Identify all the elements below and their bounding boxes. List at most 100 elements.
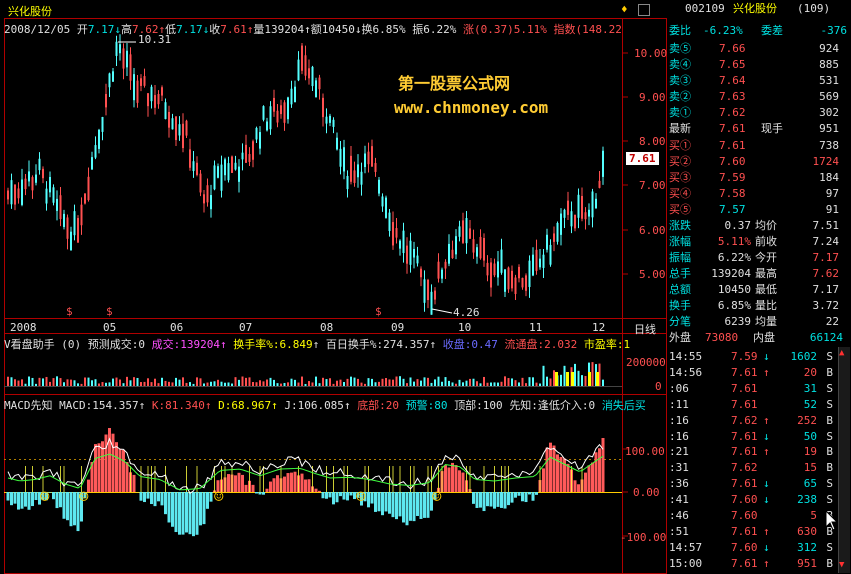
x-label: 06 — [170, 321, 184, 334]
bell-icon[interactable]: ♦ — [621, 3, 628, 16]
scroll-up-arrow-icon[interactable]: ▲ — [839, 348, 844, 358]
stat-value: 139204 — [711, 267, 751, 280]
candle-body — [413, 248, 415, 258]
volume-bar — [290, 378, 293, 386]
macd-tick: 100.00 — [625, 445, 665, 458]
sell-level-label: 卖⑤ — [669, 42, 691, 55]
macd-bar — [566, 463, 570, 492]
scroll-down-arrow-icon[interactable]: ▼ — [839, 560, 844, 570]
candle-body — [577, 194, 580, 218]
candle-body — [259, 132, 261, 149]
macd-bar — [62, 492, 66, 519]
candle-body — [532, 254, 534, 276]
macd-bar — [276, 475, 279, 492]
tick-price: 7.61 — [731, 397, 758, 411]
candle-body — [528, 260, 531, 288]
volume-bar — [441, 381, 443, 386]
board-id: (109) — [797, 2, 831, 15]
stat-value: 22 — [825, 315, 839, 328]
volume-bar — [136, 377, 139, 386]
tick-time: :06 — [669, 381, 689, 395]
down-arrow-icon: ↓ — [763, 493, 770, 507]
candle-body — [434, 290, 436, 300]
macd-bar — [115, 442, 118, 492]
volume-bar — [416, 379, 419, 386]
candle-body — [367, 151, 370, 165]
candle-body — [465, 218, 468, 244]
sell-level-label: 卖④ — [669, 58, 691, 71]
macd-bar — [27, 492, 31, 510]
macd-bar — [164, 492, 167, 515]
volume-bar — [38, 377, 41, 386]
volume-bar — [392, 379, 394, 386]
x-label: 05 — [103, 321, 117, 334]
candle-body — [287, 97, 289, 120]
volume-bar — [17, 380, 20, 386]
volume-bar — [21, 379, 23, 386]
volume-bar — [399, 376, 401, 386]
volume-highlight — [596, 372, 599, 386]
stock-header: 002109 兴化股份 (109) — [667, 1, 851, 19]
tick-side: S — [826, 381, 833, 395]
volume-bar — [528, 377, 531, 386]
up-arrow-icon: ↑ — [763, 365, 770, 379]
candle-body — [598, 180, 601, 188]
buy-volume: 738 — [819, 139, 839, 152]
tick-time: 14:56 — [669, 365, 703, 379]
high-annotation: 10.31 — [138, 33, 172, 46]
volume-bar — [462, 382, 464, 386]
macd-bar — [17, 492, 20, 510]
volume-bar — [161, 377, 163, 386]
price-tick: 6.00 — [639, 224, 666, 237]
macd-bar — [381, 492, 384, 516]
macd-bar — [398, 492, 402, 517]
macd-bar — [153, 492, 157, 507]
volume-bar — [329, 378, 331, 386]
scroll-up-icon[interactable] — [638, 4, 650, 16]
candle-body — [161, 87, 163, 96]
volume-bar — [549, 378, 552, 386]
volume-bar — [434, 379, 436, 386]
down-arrow-icon: ↓ — [763, 477, 770, 491]
macd-tick: -100.00 — [620, 531, 667, 544]
macd-bar — [374, 492, 377, 512]
macd-bar — [591, 462, 594, 492]
candle-body — [301, 45, 303, 71]
sell-row: 卖⑤ 7.66 924 — [667, 41, 851, 57]
volume-bar — [35, 383, 37, 386]
volume-bar — [217, 379, 219, 386]
volume-bar — [171, 382, 174, 386]
stat-label: 振幅 — [669, 251, 691, 264]
period-tab[interactable]: 日线 — [634, 321, 656, 337]
volume-bar — [227, 382, 230, 386]
macd-bar — [34, 492, 38, 500]
candle-body — [406, 245, 408, 264]
volume-bar — [444, 377, 447, 386]
candle-body — [409, 240, 412, 265]
volume-bar — [248, 377, 251, 386]
candle-body — [182, 123, 184, 149]
stat-label: 涨幅 — [669, 235, 691, 248]
macd-bar — [461, 472, 465, 492]
candle-body — [73, 211, 76, 236]
macd-bar — [342, 492, 346, 500]
macd-bar — [104, 434, 108, 492]
tick-side: B — [826, 556, 833, 570]
volume-bar — [73, 380, 76, 386]
candle-body — [336, 137, 338, 150]
candle-body — [385, 197, 387, 218]
stock-code: 002109 — [685, 2, 725, 15]
low-annotation: 4.26 — [453, 306, 480, 319]
chart-canvas[interactable] — [0, 0, 667, 574]
candle-body — [350, 155, 352, 182]
buy-row: 买⑤ 7.57 91 — [667, 202, 851, 218]
volume-bar — [311, 382, 314, 386]
down-arrow-icon: ↓ — [763, 350, 770, 363]
volume-bar — [178, 379, 181, 386]
x-label: 11 — [529, 321, 543, 334]
macd-bar — [167, 492, 171, 523]
candle-body — [549, 244, 552, 265]
volume-bar — [287, 382, 289, 386]
stat-row: 总额 10450 最低 7.17 — [667, 282, 851, 298]
tick-scrollbar[interactable] — [838, 347, 850, 573]
